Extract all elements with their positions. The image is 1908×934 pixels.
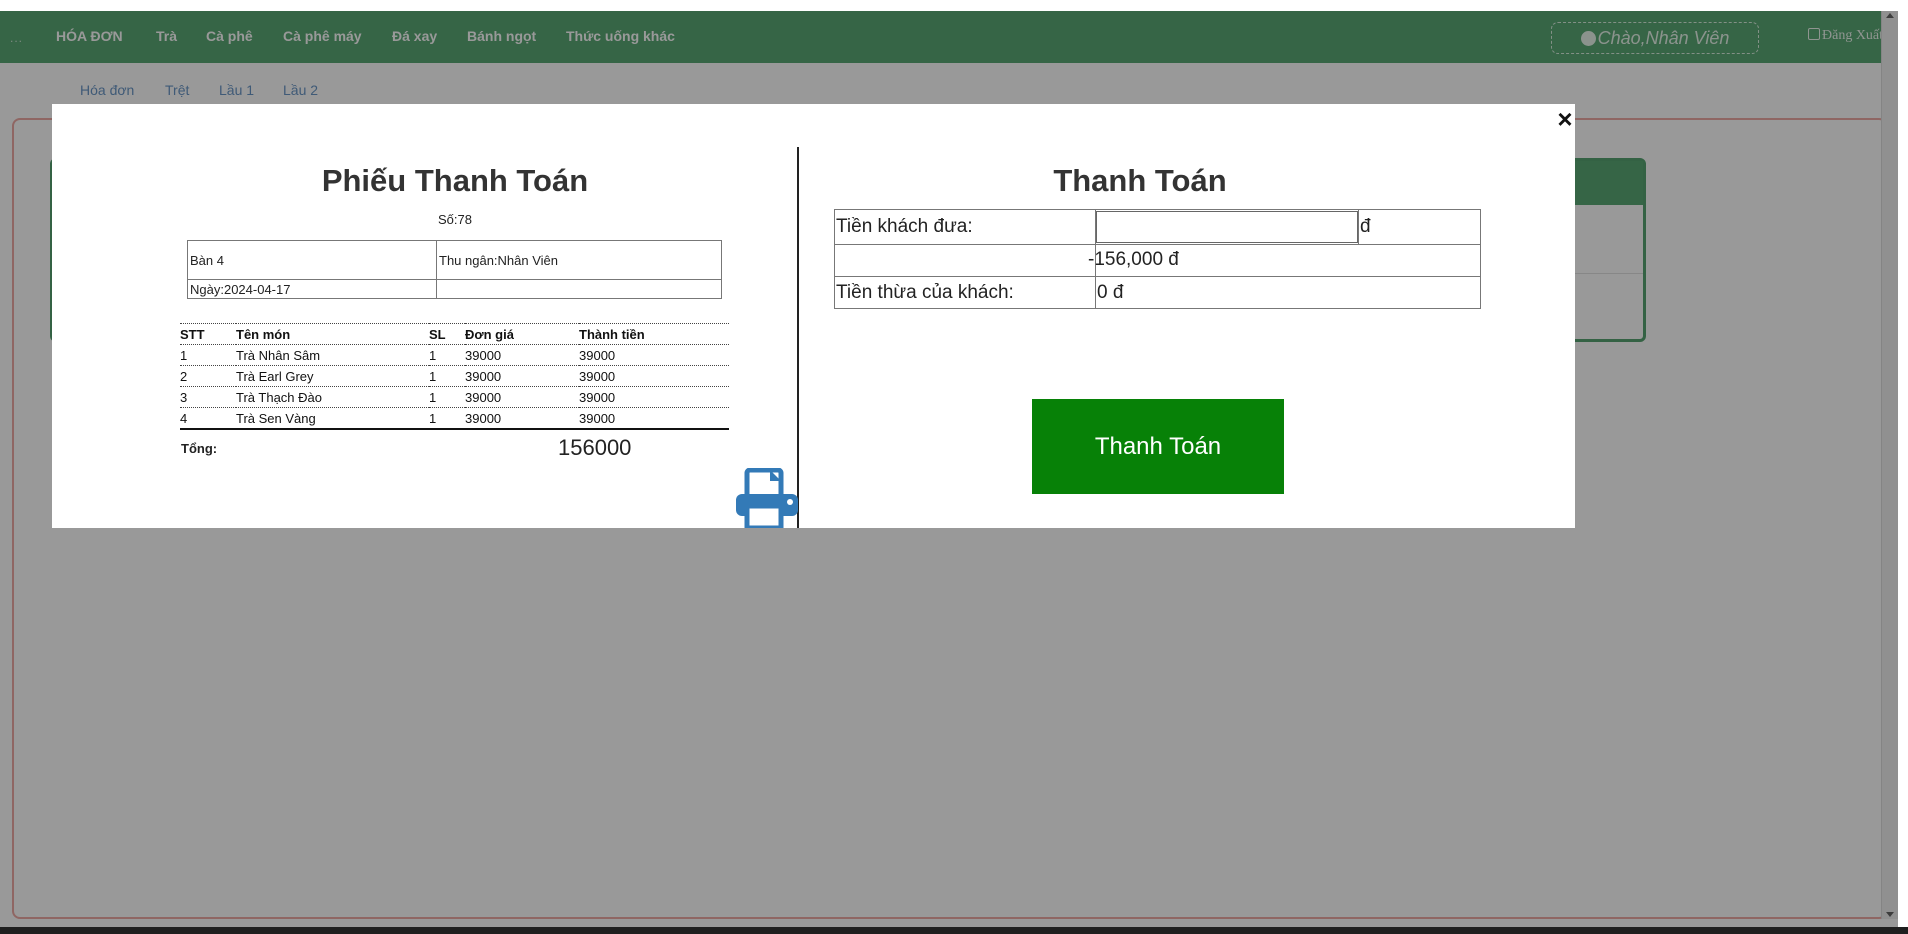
row-stt: 2: [180, 365, 236, 387]
pay-button[interactable]: Thanh Toán: [1032, 399, 1284, 494]
due-cell: -156,000 đ: [1088, 244, 1481, 277]
receipt-total-label: Tổng:: [181, 441, 218, 456]
receipt-title: Phiếu Thanh Toán: [321, 163, 589, 198]
given-label: Tiền khách đưa:: [834, 209, 1096, 245]
row-qty: 1: [429, 365, 465, 387]
row-amount: 39000: [579, 407, 729, 430]
change-amount: 0 đ: [1095, 276, 1481, 309]
table-row: 4 Trà Sen Vàng 1 39000 39000: [180, 407, 729, 430]
col-thanh-tien: Thành tiền: [579, 323, 729, 345]
bottom-bar: [0, 927, 1908, 934]
row-name: Trà Nhân Sâm: [236, 344, 429, 366]
due-amount: -156,000 đ: [1088, 249, 1179, 270]
col-don-gia: Đơn giá: [465, 323, 579, 345]
table-row: 3 Trà Thạch Đào 1 39000 39000: [180, 386, 729, 408]
payment-table: Tiền khách đưa: đ -156,000 đ Tiền thừa c…: [834, 209, 1481, 309]
row-amount: 39000: [579, 365, 729, 387]
table-row: 1 Trà Nhân Sâm 1 39000 39000: [180, 344, 729, 366]
top-strip: [0, 0, 1908, 11]
receipt-items-header: STT Tên món SL Đơn giá Thành tiền: [180, 323, 729, 345]
payment-title: Thanh Toán: [1053, 163, 1227, 198]
receipt-empty-cell: [436, 279, 722, 299]
change-label: Tiền thừa của khách:: [834, 276, 1096, 309]
row-stt: 4: [180, 407, 236, 430]
row-price: 39000: [465, 344, 579, 366]
receipt-table-name: Bàn 4: [187, 240, 437, 280]
col-ten-mon: Tên món: [236, 323, 429, 345]
given-amount-input[interactable]: [1096, 211, 1358, 243]
row-price: 39000: [465, 407, 579, 430]
row-qty: 1: [429, 407, 465, 430]
row-name: Trà Sen Vàng: [236, 407, 429, 430]
row-qty: 1: [429, 386, 465, 408]
given-currency: đ: [1358, 209, 1481, 245]
row-amount: 39000: [579, 386, 729, 408]
receipt-number: Số:78: [438, 212, 472, 227]
receipt-cashier: Thu ngân:Nhân Viên: [436, 240, 722, 280]
table-row: 2 Trà Earl Grey 1 39000 39000: [180, 365, 729, 387]
printer-icon[interactable]: [736, 468, 798, 528]
receipt-info-table: Bàn 4 Thu ngân:Nhân Viên Ngày:2024-04-17: [187, 240, 722, 299]
receipt-date: Ngày:2024-04-17: [187, 279, 437, 299]
close-icon[interactable]: ×: [1555, 106, 1575, 132]
col-sl: SL: [429, 323, 465, 345]
row-price: 39000: [465, 386, 579, 408]
due-empty-cell: [834, 244, 1096, 277]
receipt-total-value: 156000: [558, 435, 632, 460]
col-stt: STT: [180, 323, 236, 345]
row-stt: 1: [180, 344, 236, 366]
receipt-items-table: STT Tên món SL Đơn giá Thành tiền 1 Trà …: [180, 323, 729, 430]
row-stt: 3: [180, 386, 236, 408]
row-qty: 1: [429, 344, 465, 366]
row-amount: 39000: [579, 344, 729, 366]
given-cell: [1095, 209, 1359, 245]
row-price: 39000: [465, 365, 579, 387]
row-name: Trà Earl Grey: [236, 365, 429, 387]
row-name: Trà Thạch Đào: [236, 386, 429, 408]
